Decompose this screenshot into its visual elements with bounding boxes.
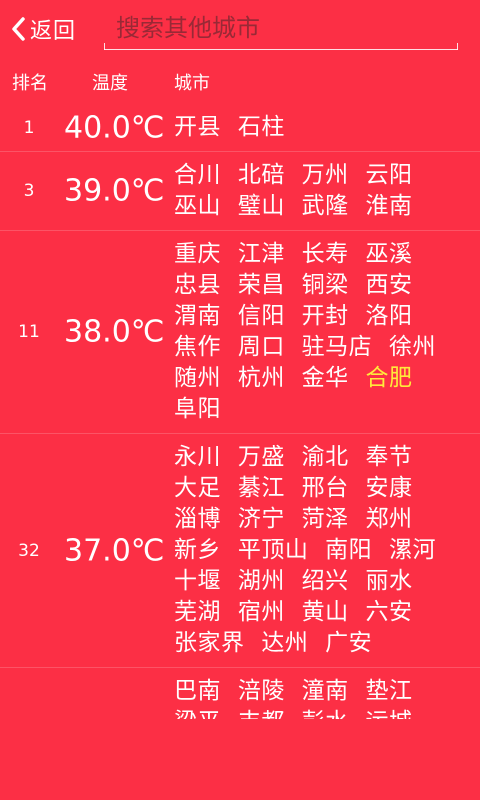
city-name[interactable]: 淮南 <box>365 193 412 219</box>
city-name[interactable]: 洛阳 <box>365 303 412 329</box>
city-name[interactable]: 潼南 <box>302 678 349 704</box>
ranking-list[interactable]: 1 40.0℃ 开县 石柱 3 39.0℃ 合川 北碚 万州 云阳 巫山 璧山 武隆 淮… <box>0 104 480 729</box>
back-button[interactable]: 返回 <box>10 12 76 46</box>
city-name[interactable]: 万盛 <box>238 444 285 470</box>
city-list: 开县 石柱 <box>174 112 474 143</box>
city-name[interactable]: 綦江 <box>238 475 285 501</box>
city-name[interactable]: 大足 <box>174 475 221 501</box>
city-list: 重庆 江津 长寿 巫溪 忠县 荣昌 铜梁 西安 渭南 信阳 开封 洛阳 焦作 周… <box>174 239 474 425</box>
rank-cell: 3 <box>23 181 35 201</box>
list-header: 排名 温度 城市 <box>0 58 480 104</box>
city-name[interactable]: 南阳 <box>325 537 372 563</box>
rank-cell: 1 <box>23 117 35 138</box>
city-name[interactable]: 张家界 <box>174 630 245 656</box>
city-name[interactable]: 阜阳 <box>174 396 221 422</box>
city-name[interactable]: 渭南 <box>174 303 221 329</box>
city-name[interactable]: 渝北 <box>302 444 349 470</box>
back-label: 返回 <box>30 19 77 44</box>
city-name[interactable]: 忠县 <box>174 272 221 298</box>
list-bottom-edge <box>0 719 480 731</box>
city-name[interactable]: 北碚 <box>238 162 285 188</box>
city-name[interactable]: 合肥 <box>365 365 412 391</box>
city-name[interactable]: 西安 <box>365 272 412 298</box>
rank-cell: 11 <box>18 322 40 342</box>
header-city: 城市 <box>174 73 210 94</box>
table-row[interactable]: 32 37.0℃ 永川 万盛 渝北 奉节 大足 綦江 邢台 安康 淄博 济宁 菏泽 … <box>0 434 480 668</box>
city-name[interactable]: 达州 <box>261 630 308 656</box>
table-row[interactable]: 3 39.0℃ 合川 北碚 万州 云阳 巫山 璧山 武隆 淮南 <box>0 152 480 231</box>
city-name[interactable]: 宿州 <box>238 599 285 625</box>
city-name[interactable]: 荣昌 <box>238 272 285 298</box>
city-name[interactable]: 安康 <box>365 475 412 501</box>
city-name[interactable]: 铜梁 <box>302 272 349 298</box>
city-list: 永川 万盛 渝北 奉节 大足 綦江 邢台 安康 淄博 济宁 菏泽 郑州 新乡 平… <box>174 442 474 659</box>
header-temp: 温度 <box>92 73 128 94</box>
top-bar: 返回 <box>0 0 480 58</box>
city-name[interactable]: 重庆 <box>174 241 221 267</box>
city-name[interactable]: 开县 <box>174 114 221 140</box>
chevron-left-icon <box>10 16 26 42</box>
search-field[interactable] <box>104 8 460 50</box>
temperature-cell: 40.0℃ <box>64 110 165 145</box>
city-name[interactable]: 垫江 <box>365 678 412 704</box>
city-name[interactable]: 杭州 <box>238 365 285 391</box>
table-row[interactable]: 1 40.0℃ 开县 石柱 <box>0 104 480 152</box>
city-name[interactable]: 巫山 <box>174 193 221 219</box>
city-name[interactable]: 新乡 <box>174 537 221 563</box>
city-name[interactable]: 信阳 <box>238 303 285 329</box>
city-name[interactable]: 焦作 <box>174 334 221 360</box>
city-name[interactable]: 芜湖 <box>174 599 221 625</box>
temperature-cell: 37.0℃ <box>64 533 165 568</box>
city-name[interactable]: 合川 <box>174 162 221 188</box>
city-name[interactable]: 淄博 <box>174 506 221 532</box>
city-name[interactable]: 璧山 <box>238 193 285 219</box>
rank-cell: 32 <box>18 540 40 561</box>
city-name[interactable]: 永川 <box>174 444 221 470</box>
search-underline <box>104 43 458 50</box>
city-name[interactable]: 巴南 <box>174 678 221 704</box>
city-name[interactable]: 徐州 <box>389 334 436 360</box>
city-name[interactable]: 武隆 <box>302 193 349 219</box>
table-row[interactable]: 11 38.0℃ 重庆 江津 长寿 巫溪 忠县 荣昌 铜梁 西安 渭南 信阳 开封 … <box>0 231 480 434</box>
city-name[interactable]: 湖州 <box>238 568 285 594</box>
city-name[interactable]: 开封 <box>302 303 349 329</box>
city-name[interactable]: 奉节 <box>365 444 412 470</box>
city-name[interactable]: 石柱 <box>238 114 285 140</box>
city-name[interactable]: 六安 <box>365 599 412 625</box>
city-name[interactable]: 周口 <box>238 334 285 360</box>
city-name[interactable]: 郑州 <box>365 506 412 532</box>
temperature-cell: 39.0℃ <box>64 173 165 209</box>
city-name[interactable]: 金华 <box>302 365 349 391</box>
city-name[interactable]: 江津 <box>238 241 285 267</box>
city-name[interactable]: 云阳 <box>365 162 412 188</box>
city-name[interactable]: 万州 <box>302 162 349 188</box>
city-name[interactable]: 巫溪 <box>365 241 412 267</box>
city-name[interactable]: 广安 <box>325 630 372 656</box>
temperature-cell: 38.0℃ <box>64 314 165 350</box>
city-name[interactable]: 随州 <box>174 365 221 391</box>
search-input[interactable] <box>104 8 454 48</box>
header-rank: 排名 <box>12 73 48 94</box>
city-name[interactable]: 菏泽 <box>302 506 349 532</box>
city-name[interactable]: 平顶山 <box>238 537 309 563</box>
city-name[interactable]: 漯河 <box>389 537 436 563</box>
city-list: 合川 北碚 万州 云阳 巫山 璧山 武隆 淮南 <box>174 160 474 222</box>
city-name[interactable]: 驻马店 <box>302 334 373 360</box>
city-name[interactable]: 丽水 <box>365 568 412 594</box>
city-name[interactable]: 黄山 <box>302 599 349 625</box>
city-name[interactable]: 邢台 <box>302 475 349 501</box>
city-name[interactable]: 涪陵 <box>238 678 285 704</box>
city-name[interactable]: 绍兴 <box>302 568 349 594</box>
city-name[interactable]: 十堰 <box>174 568 221 594</box>
city-name[interactable]: 济宁 <box>238 506 285 532</box>
city-name[interactable]: 长寿 <box>302 241 349 267</box>
